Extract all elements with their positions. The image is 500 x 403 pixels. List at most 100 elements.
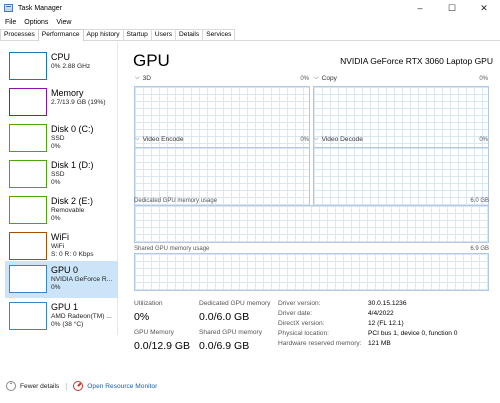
- menu-options[interactable]: Options: [20, 19, 52, 26]
- memory-thumbnail-graph: [9, 88, 47, 116]
- close-button[interactable]: ✕: [468, 0, 500, 16]
- driver-date-label: Driver date:: [278, 310, 313, 317]
- sidebar-item-detail: 0%: [51, 215, 61, 222]
- menu-view[interactable]: View: [52, 19, 75, 26]
- wifi-thumbnail-graph: [9, 232, 47, 260]
- chevron-down-icon: ⌵: [314, 75, 319, 81]
- graph-video-encode-percent: 0%: [300, 137, 309, 143]
- cpu-thumbnail-graph: [9, 52, 47, 80]
- dedicated-memory-graph: [134, 205, 489, 243]
- directx-version-label: DirectX version:: [278, 320, 325, 327]
- sidebar-item-detail: NVIDIA GeForce R...: [51, 276, 113, 283]
- disk-0-thumbnail-graph: [9, 124, 47, 152]
- sidebar-item-detail: 0%: [51, 284, 61, 291]
- performance-sidebar: CPU 0% 2.88 GHz Memory 2.7/13.9 GB (19%)…: [2, 43, 118, 335]
- gpu-0-thumbnail-graph: [9, 265, 47, 293]
- utilization-value: 0%: [134, 311, 150, 323]
- tab-processes[interactable]: Processes: [0, 29, 39, 40]
- graph-video-encode-label: Video Encode: [142, 136, 184, 143]
- reserved-memory-label: Hardware reserved memory:: [278, 340, 362, 347]
- sidebar-item-detail: 0%: [51, 179, 61, 186]
- chevron-down-icon: ⌵: [314, 136, 319, 142]
- sidebar-item-label: CPU: [51, 52, 71, 62]
- sidebar-item-detail: SSD: [51, 135, 65, 142]
- gpu-memory-value: 0.0/12.9 GB: [134, 340, 191, 352]
- tab-services[interactable]: Services: [202, 29, 236, 40]
- tab-users[interactable]: Users: [150, 29, 177, 40]
- graph-video-decode-header[interactable]: ⌵ Video Decode: [314, 136, 363, 143]
- window-title: Task Manager: [18, 4, 62, 12]
- graph-video-encode-header[interactable]: ⌵ Video Encode: [135, 136, 184, 143]
- tab-startup[interactable]: Startup: [122, 29, 152, 40]
- tab-app-history[interactable]: App history: [82, 29, 124, 40]
- sidebar-item-detail: S: 0 R: 0 Kbps: [51, 251, 94, 258]
- graph-copy-header[interactable]: ⌵ Copy: [314, 75, 337, 82]
- shared-memory-value: 0.0/6.9 GB: [199, 340, 250, 352]
- shared-memory-graph-label: Shared GPU memory usage: [134, 246, 210, 252]
- sidebar-item-detail: Removable: [51, 207, 85, 214]
- utilization-label: Utilization: [134, 300, 163, 307]
- reserved-memory-value: 121 MB: [368, 340, 391, 347]
- resource-monitor-icon[interactable]: [73, 381, 84, 391]
- sidebar-item-label: Disk 1 (D:): [51, 160, 94, 170]
- menu-bar: File Options View: [0, 16, 75, 28]
- dedicated-memory-label: Dedicated GPU memory: [199, 300, 271, 307]
- sidebar-item-disk-2[interactable]: Disk 2 (E:) Removable 0%: [5, 192, 118, 229]
- sidebar-item-disk-1[interactable]: Disk 1 (D:) SSD 0%: [5, 156, 118, 193]
- tab-performance[interactable]: Performance: [37, 29, 84, 41]
- sidebar-item-gpu-0[interactable]: GPU 0 NVIDIA GeForce R... 0%: [5, 261, 118, 298]
- footer-divider: |: [65, 381, 68, 391]
- sidebar-item-label: Disk 0 (C:): [51, 124, 94, 134]
- graph-copy-percent: 0%: [479, 76, 488, 82]
- driver-version-value: 30.0.15.1236: [368, 300, 407, 307]
- sidebar-item-detail: 2.7/13.9 GB (19%): [51, 99, 106, 106]
- sidebar-item-detail: WiFi: [51, 243, 65, 250]
- graph-copy-label: Copy: [321, 75, 337, 82]
- chevron-down-icon: ⌵: [135, 75, 140, 81]
- menu-file[interactable]: File: [0, 19, 20, 26]
- sidebar-item-label: GPU 0: [51, 265, 79, 275]
- gpu-memory-label: GPU Memory: [134, 329, 174, 336]
- physical-location-label: Physical location:: [278, 330, 329, 337]
- task-manager-icon: [4, 4, 13, 12]
- sidebar-item-label: Memory: [51, 88, 84, 98]
- sidebar-item-detail: 0%: [51, 143, 61, 150]
- shared-memory-label: Shared GPU memory: [199, 329, 263, 336]
- footer: ⌃ Fewer details | Open Resource Monitor: [0, 378, 500, 394]
- tab-bar: Processes Performance App history Startu…: [0, 29, 500, 41]
- sidebar-item-label: GPU 1: [51, 302, 79, 312]
- sidebar-item-gpu-1[interactable]: GPU 1 AMD Radeon(TM) ... 0% (38 °C): [5, 298, 118, 335]
- dedicated-memory-graph-max: 6.0 GB: [470, 198, 489, 204]
- physical-location-value: PCI bus 1, device 0, function 0: [368, 330, 458, 337]
- graph-video-decode-label: Video Decode: [321, 136, 363, 143]
- sidebar-item-detail: AMD Radeon(TM) ...: [51, 313, 112, 320]
- open-resource-monitor-link[interactable]: Open Resource Monitor: [87, 383, 157, 390]
- sidebar-item-memory[interactable]: Memory 2.7/13.9 GB (19%): [5, 84, 118, 121]
- graph-3d-label: 3D: [142, 75, 151, 82]
- shared-memory-graph-max: 6.9 GB: [470, 246, 489, 252]
- page-title: GPU: [133, 51, 170, 70]
- fewer-details-link[interactable]: Fewer details: [20, 383, 59, 390]
- driver-version-label: Driver version:: [278, 300, 321, 307]
- directx-version-value: 12 (FL 12.1): [368, 320, 404, 327]
- maximize-button[interactable]: ☐: [436, 0, 468, 16]
- graph-3d-percent: 0%: [300, 76, 309, 82]
- chevron-up-icon[interactable]: ⌃: [6, 381, 16, 391]
- sidebar-item-label: Disk 2 (E:): [51, 196, 94, 206]
- sidebar-item-wifi[interactable]: WiFi WiFi S: 0 R: 0 Kbps: [5, 228, 118, 265]
- disk-1-thumbnail-graph: [9, 160, 47, 188]
- dedicated-memory-graph-label: Dedicated GPU memory usage: [134, 198, 218, 204]
- sidebar-item-label: WiFi: [51, 232, 69, 242]
- gpu-detail-panel: GPU NVIDIA GeForce RTX 3060 Laptop GPU ⌵…: [124, 43, 496, 352]
- sidebar-item-cpu[interactable]: CPU 0% 2.88 GHz: [5, 48, 118, 85]
- title-bar: Task Manager – ☐ ✕: [0, 0, 500, 16]
- sidebar-item-detail: 0% 2.88 GHz: [51, 63, 91, 70]
- gpu-model-name: NVIDIA GeForce RTX 3060 Laptop GPU: [340, 56, 493, 66]
- sidebar-item-detail: SSD: [51, 171, 65, 178]
- sidebar-item-disk-0[interactable]: Disk 0 (C:) SSD 0%: [5, 120, 118, 157]
- graph-3d-header[interactable]: ⌵ 3D: [135, 75, 151, 82]
- tab-details[interactable]: Details: [175, 29, 204, 40]
- dedicated-memory-value: 0.0/6.0 GB: [199, 311, 250, 323]
- minimize-button[interactable]: –: [404, 0, 436, 16]
- shared-memory-graph: [134, 253, 489, 291]
